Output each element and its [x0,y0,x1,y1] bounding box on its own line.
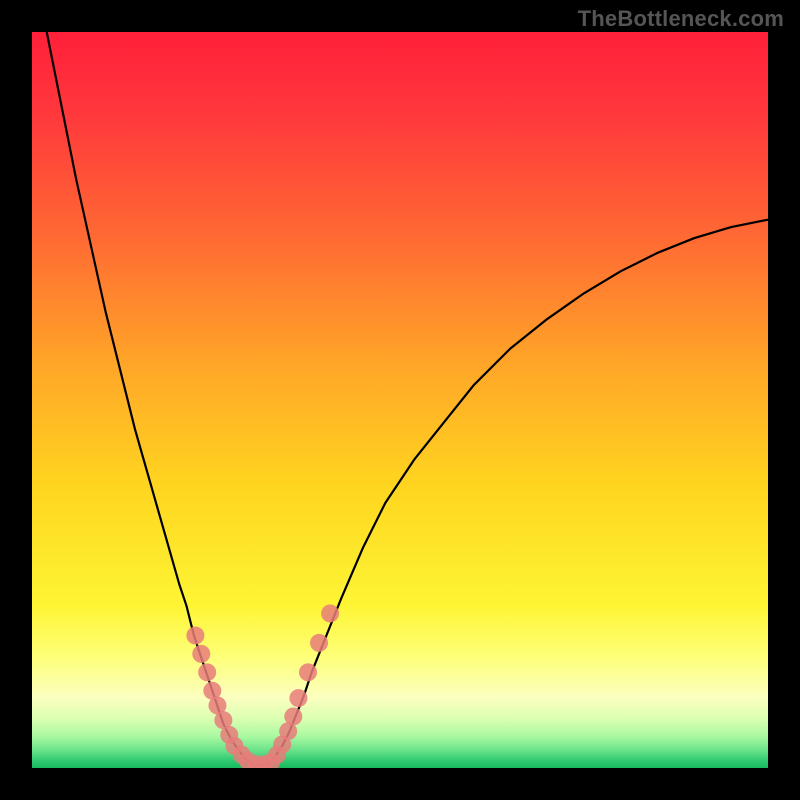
data-point [198,663,216,681]
data-point [192,645,210,663]
data-point [310,634,328,652]
data-point [186,627,204,645]
chart-svg [32,32,768,768]
data-point [299,663,317,681]
watermark-text: TheBottleneck.com [578,6,784,32]
data-point [289,689,307,707]
data-point [284,707,302,725]
plot-area [32,32,768,768]
gradient-background [32,32,768,768]
data-point [321,604,339,622]
chart-frame: TheBottleneck.com [0,0,800,800]
